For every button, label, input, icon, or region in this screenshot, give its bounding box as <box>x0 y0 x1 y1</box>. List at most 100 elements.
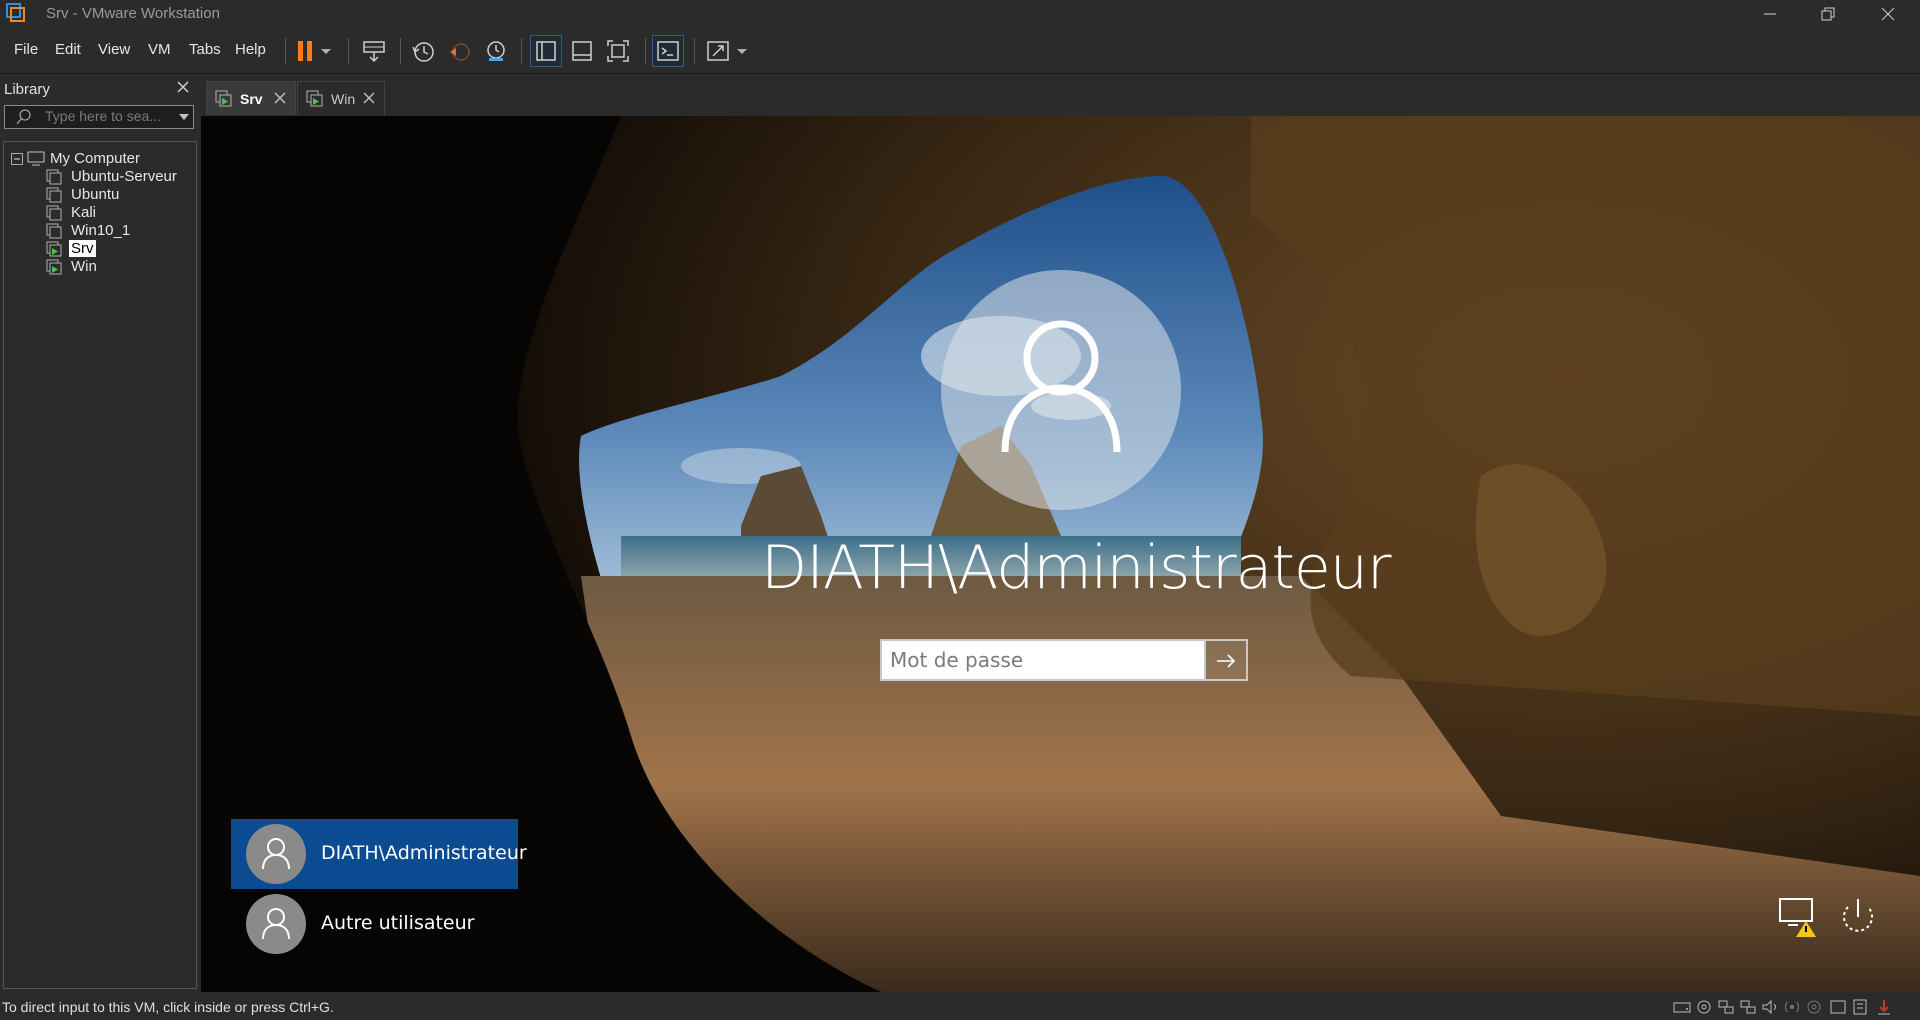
minimize-button[interactable] <box>1742 0 1800 28</box>
running-vm-icon <box>306 90 323 107</box>
password-input[interactable] <box>890 647 1190 673</box>
vm-name: Ubuntu <box>71 186 120 203</box>
user-icon <box>262 838 290 870</box>
tab-label: Win <box>331 91 356 107</box>
snapshot-icon <box>412 42 434 62</box>
tab-srv[interactable]: Srv <box>206 81 296 115</box>
close-library-button[interactable] <box>176 80 190 94</box>
vm-name: Kali <box>71 204 97 221</box>
network-warning-button[interactable] <box>1774 893 1822 941</box>
menu-file[interactable]: File <box>14 41 38 58</box>
usb-icon[interactable] <box>1739 999 1757 1015</box>
status-bar: To direct input to this VM, click inside… <box>0 994 1920 1020</box>
tree-item-vm[interactable]: Win10_1 <box>46 221 196 241</box>
close-window-button[interactable] <box>1860 0 1918 28</box>
full-screen-button[interactable] <box>603 36 633 66</box>
vm-name: Ubuntu-Serveur <box>71 168 177 185</box>
stretch-guest-icon <box>707 41 729 61</box>
running-vm-icon <box>215 90 232 107</box>
close-tab-icon[interactable] <box>362 91 376 105</box>
menu-tabs[interactable]: Tabs <box>189 41 221 58</box>
dropdown-arrow-icon <box>737 49 747 54</box>
menu-help[interactable]: Help <box>235 41 266 58</box>
tree-item-vm[interactable]: Ubuntu-Serveur <box>46 167 196 187</box>
tab-label: Srv <box>240 91 263 107</box>
stretch-guest-button[interactable] <box>703 36 733 66</box>
console-view-icon <box>657 41 679 61</box>
power-dropdown-button[interactable] <box>318 36 334 66</box>
menu-edit[interactable]: Edit <box>55 41 81 58</box>
snapshot-manager-button[interactable] <box>481 36 511 66</box>
user-icon <box>262 908 290 940</box>
menu-view[interactable]: View <box>98 41 130 58</box>
take-snapshot-button[interactable] <box>409 36 439 66</box>
search-icon <box>16 109 31 125</box>
running-vm-icon <box>46 241 62 257</box>
user-avatar-small <box>246 824 306 884</box>
power-options-icon <box>1843 899 1873 932</box>
vm-name: Srv <box>69 240 96 257</box>
login-username: DIATH\Administrateur <box>761 533 1392 603</box>
user-entry-name: Autre utilisateur <box>321 912 475 934</box>
network-adapter-icon[interactable] <box>1717 999 1735 1015</box>
hard-disk-icon[interactable] <box>1673 999 1691 1015</box>
power-options-button[interactable] <box>1834 893 1882 941</box>
user-entry-autre[interactable]: Autre utilisateur <box>231 889 518 959</box>
tree-root-label: My Computer <box>50 150 141 167</box>
submit-password-button[interactable] <box>1206 639 1248 681</box>
menu-toolbar: File Edit View VM Tabs Help <box>0 28 1920 74</box>
printer-icon[interactable] <box>1805 999 1823 1015</box>
toolbar-separator <box>645 38 646 64</box>
full-screen-icon <box>607 40 629 62</box>
thumbnail-bar-icon <box>572 41 592 61</box>
toolbar-separator <box>285 38 286 64</box>
toolbar-separator <box>521 38 522 64</box>
revert-snapshot-button[interactable] <box>445 36 475 66</box>
send-ctrl-alt-del-button[interactable] <box>359 36 389 66</box>
chevron-down-icon[interactable] <box>177 110 191 124</box>
collapse-icon[interactable] <box>11 153 23 165</box>
toolbar-separator <box>400 38 401 64</box>
library-search-input[interactable] <box>45 108 165 124</box>
minimize-icon <box>1764 13 1776 15</box>
close-icon <box>1881 7 1895 21</box>
sound-icon[interactable] <box>1761 999 1779 1015</box>
thumbnail-bar-button[interactable] <box>567 36 597 66</box>
vm-icon <box>46 223 62 239</box>
tree-item-vm[interactable]: Win <box>46 257 196 277</box>
stretch-dropdown-button[interactable] <box>734 36 750 66</box>
user-icon <box>1001 320 1121 453</box>
show-library-button[interactable] <box>530 35 562 67</box>
display-icon[interactable] <box>1829 999 1847 1015</box>
cd-dvd-icon[interactable] <box>1695 999 1713 1015</box>
toolbar-separator <box>348 38 349 64</box>
password-field[interactable] <box>880 639 1206 681</box>
settings-alert-icon[interactable] <box>1875 999 1893 1015</box>
user-avatar-small <box>246 894 306 954</box>
show-library-icon <box>536 41 556 61</box>
user-entry-name: DIATH\Administrateur <box>321 842 527 864</box>
vm-icon <box>46 187 62 203</box>
close-tab-icon[interactable] <box>273 91 287 105</box>
snapshot-manager-icon <box>487 41 505 61</box>
message-log-icon[interactable] <box>1851 999 1869 1015</box>
user-entry-administrateur[interactable]: DIATH\Administrateur <box>231 819 527 889</box>
library-search[interactable] <box>4 105 194 129</box>
tab-win[interactable]: Win <box>297 81 385 115</box>
tree-item-my-computer[interactable]: My Computer <box>11 149 191 169</box>
library-title: Library <box>4 81 50 98</box>
tree-item-vm-selected[interactable]: Srv <box>46 239 196 259</box>
wireless-icon[interactable] <box>1783 999 1801 1015</box>
vm-tab-bar: Srv Win <box>200 76 1920 116</box>
menu-vm[interactable]: VM <box>148 41 171 58</box>
vm-icon <box>46 169 62 185</box>
vm-console[interactable]: DIATH\Administrateur DIATH\Administrateu… <box>201 116 1920 992</box>
library-tree: My Computer Ubuntu-Serveur Ubuntu Kali W… <box>3 141 197 989</box>
tree-item-vm[interactable]: Kali <box>46 203 196 223</box>
tree-item-vm[interactable]: Ubuntu <box>46 185 196 205</box>
restore-button[interactable] <box>1800 0 1858 28</box>
user-avatar <box>941 270 1181 510</box>
close-icon <box>177 81 189 93</box>
console-view-button[interactable] <box>652 35 684 67</box>
dropdown-arrow-icon <box>321 49 331 54</box>
